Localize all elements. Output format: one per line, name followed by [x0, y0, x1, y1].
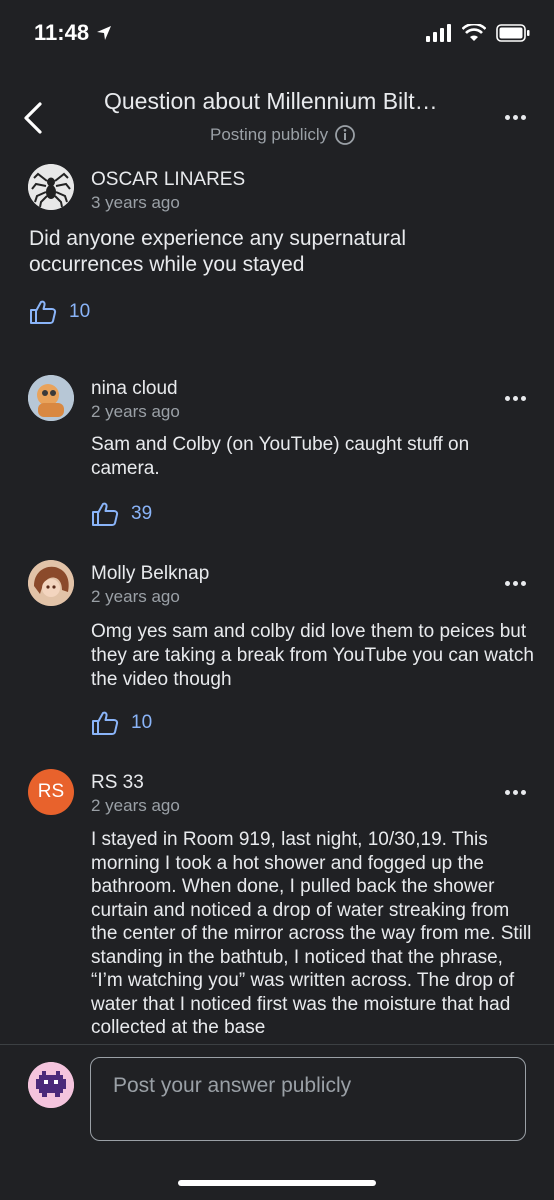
posting-visibility: Posting publicly [210, 124, 356, 146]
like-button[interactable]: 10 [91, 710, 152, 736]
wifi-icon [462, 24, 486, 41]
more-icon-dot [512, 789, 518, 795]
more-icon-dot [504, 395, 510, 401]
like-button[interactable]: 39 [91, 501, 152, 527]
like-count: 10 [131, 712, 153, 733]
like-count: 39 [131, 503, 153, 524]
reply-more-button[interactable] [500, 782, 530, 802]
header: Question about Millennium Bilt… Posting … [0, 80, 554, 150]
reply-text: Omg yes sam and colby did love them to p… [91, 621, 534, 690]
more-icon-dot [520, 395, 526, 401]
divider [0, 1044, 554, 1045]
post-time: 3 years ago [91, 193, 180, 212]
avatar[interactable] [28, 375, 74, 421]
reply-more-button[interactable] [500, 388, 530, 408]
post-time: 2 years ago [91, 587, 180, 606]
clock: 11:48 [34, 20, 90, 45]
spider-logo-icon [28, 164, 74, 210]
cellular-signal-icon [426, 24, 451, 42]
reply-text: Sam and Colby (on YouTube) caught stuff … [91, 434, 470, 479]
chevron-left-icon [24, 102, 42, 134]
author-name[interactable]: Molly Belknap [91, 563, 209, 585]
more-icon-dot [520, 580, 526, 586]
avatar[interactable] [28, 560, 74, 606]
battery-icon [496, 24, 530, 42]
more-icon-dot [512, 114, 518, 120]
answer-input-placeholder: Post your answer publicly [113, 1074, 352, 1097]
avatar[interactable]: RS [28, 769, 74, 815]
current-user-avatar[interactable] [28, 1062, 74, 1108]
post-time: 2 years ago [91, 402, 180, 421]
back-button[interactable] [18, 100, 48, 136]
avatar-initials: RS [37, 781, 65, 802]
reply-text: I stayed in Room 919, last night, 10/30,… [91, 829, 532, 1038]
author-name[interactable]: OSCAR LINARES [91, 169, 245, 191]
pixel-alien-avatar-icon [28, 1062, 74, 1108]
thumbs-up-icon [92, 502, 119, 526]
author-name[interactable]: RS 33 [91, 772, 144, 794]
header-more-button[interactable] [500, 107, 530, 127]
location-arrow-icon [97, 26, 112, 40]
home-indicator[interactable] [178, 1180, 376, 1186]
thumbs-up-icon [30, 300, 57, 324]
status-bar: 11:48 [0, 0, 554, 70]
more-icon-dot [520, 114, 526, 120]
post-time: 2 years ago [91, 796, 180, 815]
cartoon-avatar-icon [28, 375, 74, 421]
more-icon-dot [512, 395, 518, 401]
status-time: 11:48 [34, 20, 113, 46]
reply-more-button[interactable] [500, 573, 530, 593]
like-button[interactable]: 10 [29, 299, 90, 325]
question-text: Did anyone experience any supernatural o… [29, 227, 407, 276]
info-icon[interactable] [334, 124, 356, 146]
author-name[interactable]: nina cloud [91, 378, 178, 400]
more-icon-dot [504, 789, 510, 795]
status-icons [426, 24, 530, 42]
more-icon-dot [512, 580, 518, 586]
more-icon-dot [504, 114, 510, 120]
like-count: 10 [69, 301, 91, 322]
anime-avatar-icon [28, 560, 74, 606]
page-title: Question about Millennium Bilt… [104, 88, 438, 114]
more-icon-dot [520, 789, 526, 795]
more-icon-dot [504, 580, 510, 586]
thumbs-up-icon [92, 711, 119, 735]
answer-input[interactable]: Post your answer publicly [90, 1057, 526, 1141]
avatar[interactable] [28, 164, 74, 210]
posting-visibility-label: Posting publicly [210, 125, 329, 144]
